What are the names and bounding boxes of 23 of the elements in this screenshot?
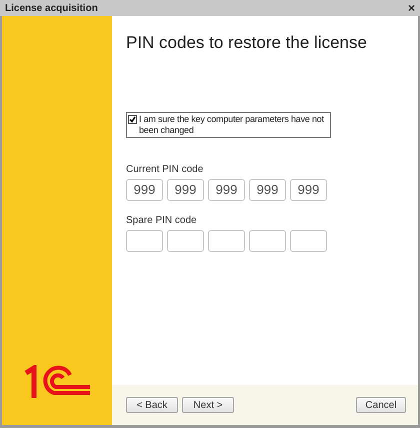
window-title: License acquisition <box>5 2 98 16</box>
field-label: Spare PIN code <box>126 214 198 228</box>
back-button[interactable]: < Back <box>126 397 178 413</box>
cancel-button[interactable]: Cancel <box>356 397 406 413</box>
logo-icon <box>24 365 90 399</box>
pin-field[interactable]: 999 <box>249 178 286 200</box>
checkbox[interactable] <box>128 114 137 124</box>
next-button[interactable]: Next > <box>182 397 234 413</box>
pin-field[interactable] <box>290 230 327 252</box>
pin-field[interactable] <box>126 230 163 252</box>
pin-field[interactable] <box>167 230 204 252</box>
pin-field[interactable]: 999 <box>167 178 204 200</box>
field-label: Current PIN code <box>126 162 204 176</box>
confirm-checkbox[interactable]: I am sure the key computer parameters have not been changed <box>126 112 331 138</box>
pin-field[interactable]: 999 <box>126 178 163 200</box>
page-heading: PIN codes to restore the license <box>126 32 368 54</box>
check-icon <box>129 116 136 122</box>
checkbox-label: I am sure the key computer parameters have not been changed <box>139 114 325 136</box>
pin-field[interactable]: 999 <box>290 178 327 200</box>
pin-field[interactable] <box>208 230 245 252</box>
pin-field[interactable] <box>249 230 286 252</box>
pin-field[interactable]: 999 <box>208 178 245 200</box>
close-button[interactable]: × <box>408 2 415 14</box>
